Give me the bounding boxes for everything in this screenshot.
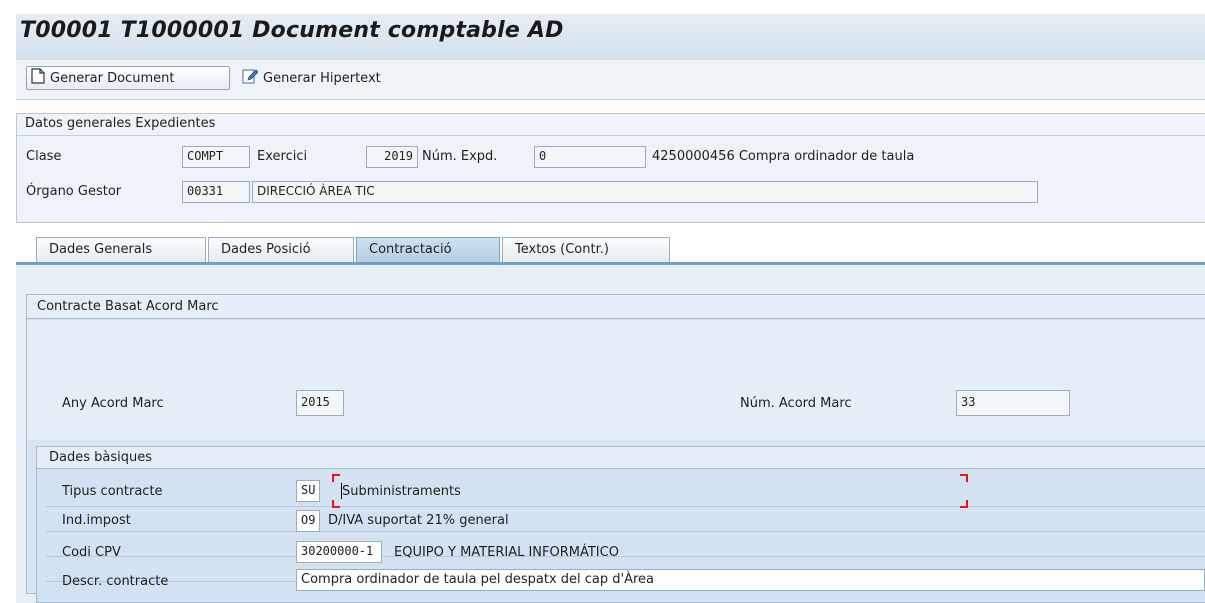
acord-marc-group-title: Contracte Basat Acord Marc [27, 295, 1205, 319]
generate-hypertext-button[interactable]: Generar Hipertext [238, 66, 428, 90]
window-title: T00001 T1000001 Document comptable AD [20, 18, 564, 43]
general-data-group-title: Datos generales Expedientes [17, 114, 1205, 136]
ind-impost-label: Ind.impost [62, 513, 131, 528]
descr-contracte-field[interactable]: Compra ordinador de taula pel despatx de… [296, 569, 1205, 591]
ind-impost-text: D/IVA suportat 21% general [328, 513, 509, 528]
num-expd-label: Núm. Expd. [422, 149, 498, 164]
any-acord-marc-label: Any Acord Marc [62, 396, 164, 411]
num-expd-field[interactable]: 0 [534, 146, 646, 168]
clase-field[interactable]: COMPT [182, 146, 250, 168]
ind-impost-code-field[interactable]: O9 [296, 510, 320, 532]
exercici-label: Exercici [257, 149, 308, 164]
tipus-contracte-label: Tipus contracte [62, 484, 163, 499]
any-acord-marc-field[interactable]: 2015 [296, 390, 344, 416]
descr-contracte-label: Descr. contracte [62, 574, 169, 589]
row-divider [46, 531, 1205, 532]
exercici-field[interactable]: 2019 [366, 146, 418, 168]
codi-cpv-label: Codi CPV [62, 545, 121, 560]
num-acord-marc-label: Núm. Acord Marc [740, 396, 852, 411]
tipus-contracte-text[interactable]: Subministraments [342, 484, 461, 499]
organo-gestor-name-field: DIRECCIÓ ÀREA TIC [252, 181, 1038, 203]
acord-marc-content [27, 320, 1205, 440]
dades-basiques-group-title: Dades bàsiques [37, 447, 1205, 469]
tipus-contracte-code-field[interactable]: SU [296, 480, 320, 502]
focus-corner-bottom-left [332, 500, 340, 508]
tab-textos-contr[interactable]: Textos (Contr.) [502, 237, 670, 263]
focus-corner-top-left [332, 474, 340, 482]
row-divider [46, 556, 1205, 557]
generate-document-button[interactable]: Generar Document [26, 66, 230, 90]
generate-hypertext-label: Generar Hipertext [263, 70, 381, 86]
edit-pencil-icon [242, 68, 259, 88]
codi-cpv-text: EQUIPO Y MATERIAL INFORMÁTICO [394, 545, 619, 560]
generate-document-label: Generar Document [50, 70, 175, 86]
codi-cpv-field[interactable]: 30200000-1 [296, 541, 382, 563]
organo-gestor-label: Órgano Gestor [26, 184, 122, 199]
expedient-description: 4250000456 Compra ordinador de taula [652, 149, 915, 164]
tab-contractacio[interactable]: Contractació [356, 237, 500, 263]
tab-dades-generals[interactable]: Dades Generals [36, 237, 206, 263]
num-acord-marc-field[interactable]: 33 [956, 390, 1070, 416]
clase-label: Clase [26, 149, 62, 164]
document-icon [31, 68, 45, 88]
row-divider [46, 506, 1205, 507]
focus-corner-bottom-right [960, 500, 968, 508]
focus-corner-top-right [960, 474, 968, 482]
organo-gestor-code-field[interactable]: 00331 [182, 181, 250, 203]
tab-dades-posicio[interactable]: Dades Posició [208, 237, 354, 263]
